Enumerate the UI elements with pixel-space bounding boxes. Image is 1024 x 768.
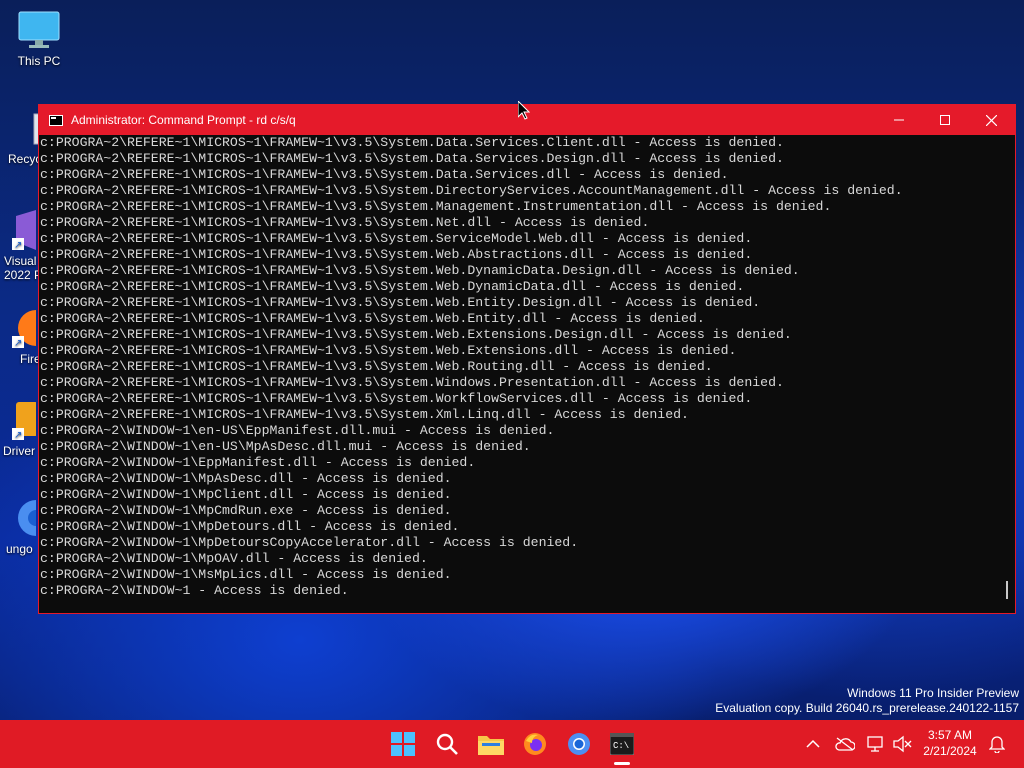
network-button[interactable]: [862, 730, 890, 758]
console-line: c:PROGRA~2\REFERE~1\MICROS~1\FRAMEW~1\v3…: [40, 391, 753, 406]
console-line: c:PROGRA~2\WINDOW~1\MpCmdRun.exe - Acces…: [40, 503, 452, 518]
console-line: c:PROGRA~2\WINDOW~1\en-US\MpAsDesc.dll.m…: [40, 439, 531, 454]
console-line: c:PROGRA~2\REFERE~1\MICROS~1\FRAMEW~1\v3…: [40, 279, 745, 294]
onedrive-button[interactable]: [831, 730, 859, 758]
volume-muted-icon: [893, 735, 912, 753]
window-title: Administrator: Command Prompt - rd c/s/q: [71, 113, 296, 127]
svg-text:↗: ↗: [14, 338, 22, 348]
svg-text:C:\: C:\: [613, 741, 629, 751]
console-line: c:PROGRA~2\REFERE~1\MICROS~1\FRAMEW~1\v3…: [40, 263, 800, 278]
chrome-button[interactable]: [565, 730, 593, 758]
svg-text:↗: ↗: [14, 240, 22, 250]
scrollbar-thumb[interactable]: [1006, 581, 1008, 599]
svg-text:↗: ↗: [14, 430, 22, 440]
bell-icon: [989, 736, 1005, 753]
show-hidden-icons-button[interactable]: [799, 730, 827, 758]
console-line: c:PROGRA~2\REFERE~1\MICROS~1\FRAMEW~1\v3…: [40, 295, 761, 310]
cloud-offline-icon: [835, 737, 855, 751]
close-button[interactable]: [968, 105, 1014, 135]
taskbar: C:\ 3:57 AM 2/21/2024: [0, 720, 1024, 768]
console-line: c:PROGRA~2\REFERE~1\MICROS~1\FRAMEW~1\v3…: [40, 343, 737, 358]
console-line: c:PROGRA~2\REFERE~1\MICROS~1\FRAMEW~1\v3…: [40, 327, 792, 342]
desktop-icon-label: This PC: [17, 54, 61, 68]
console-line: c:PROGRA~2\WINDOW~1\MpAsDesc.dll - Acces…: [40, 471, 452, 486]
console-line: c:PROGRA~2\REFERE~1\MICROS~1\FRAMEW~1\v3…: [40, 311, 705, 326]
start-icon: [391, 732, 415, 756]
console-line: c:PROGRA~2\REFERE~1\MICROS~1\FRAMEW~1\v3…: [40, 375, 784, 390]
clock-time: 3:57 AM: [927, 728, 973, 742]
network-icon: [867, 736, 883, 752]
chevron-up-icon: [806, 739, 820, 748]
minimize-button[interactable]: [876, 105, 922, 135]
evaluation-watermark: Windows 11 Pro Insider Preview Evaluatio…: [715, 686, 1019, 716]
console-line: c:PROGRA~2\WINDOW~1\MsMpLics.dll - Acces…: [40, 567, 452, 582]
watermark-line-2: Evaluation copy. Build 26040.rs_prerelea…: [715, 701, 1019, 715]
mouse-cursor-icon: [518, 101, 530, 120]
console-line: c:PROGRA~2\REFERE~1\MICROS~1\FRAMEW~1\v3…: [40, 359, 713, 374]
console-line: c:PROGRA~2\WINDOW~1\MpOAV.dll - Access i…: [40, 551, 428, 566]
file-explorer-button[interactable]: [477, 730, 505, 758]
console-line: c:PROGRA~2\REFERE~1\MICROS~1\FRAMEW~1\v3…: [40, 199, 832, 214]
console-line: c:PROGRA~2\REFERE~1\MICROS~1\FRAMEW~1\v3…: [40, 215, 650, 230]
console-line: c:PROGRA~2\REFERE~1\MICROS~1\FRAMEW~1\v3…: [40, 247, 753, 262]
vertical-scrollbar[interactable]: [999, 135, 1015, 613]
close-icon: [985, 114, 997, 126]
search-icon: [436, 733, 458, 755]
cmd-icon: [49, 114, 63, 126]
watermark-line-1: Windows 11 Pro Insider Preview: [847, 686, 1019, 700]
monitor-icon: [17, 10, 61, 50]
maximize-icon: [940, 115, 950, 125]
desktop-icon-this-pc[interactable]: This PC: [1, 10, 77, 68]
terminal-icon: C:\: [610, 733, 634, 755]
console-line: c:PROGRA~2\REFERE~1\MICROS~1\FRAMEW~1\v3…: [40, 407, 689, 422]
console-line: c:PROGRA~2\REFERE~1\MICROS~1\FRAMEW~1\v3…: [40, 231, 753, 246]
file-explorer-icon: [478, 736, 504, 755]
console-line: c:PROGRA~2\WINDOW~1\MpClient.dll - Acces…: [40, 487, 452, 502]
clock[interactable]: 3:57 AM 2/21/2024: [918, 728, 982, 758]
maximize-button[interactable]: [922, 105, 968, 135]
volume-button[interactable]: [888, 730, 916, 758]
console-line: c:PROGRA~2\WINDOW~1\MpDetours.dll - Acce…: [40, 519, 460, 534]
console-line: c:PROGRA~2\WINDOW~1\en-US\EppManifest.dl…: [40, 423, 555, 438]
console-output[interactable]: c:PROGRA~2\REFERE~1\MICROS~1\FRAMEW~1\v3…: [39, 135, 999, 613]
minimize-icon: [894, 119, 904, 121]
clock-date: 2/21/2024: [923, 744, 977, 758]
console-line: c:PROGRA~2\REFERE~1\MICROS~1\FRAMEW~1\v3…: [40, 151, 784, 166]
console-line: c:PROGRA~2\WINDOW~1 - Access is denied.: [40, 583, 349, 598]
console-line: c:PROGRA~2\WINDOW~1\MpDetoursCopyAcceler…: [40, 535, 579, 550]
console-line: c:PROGRA~2\REFERE~1\MICROS~1\FRAMEW~1\v3…: [40, 183, 903, 198]
console-line: c:PROGRA~2\WINDOW~1\EppManifest.dll - Ac…: [40, 455, 476, 470]
firefox-button[interactable]: [521, 730, 549, 758]
terminal-button[interactable]: C:\: [608, 730, 636, 758]
console-line: c:PROGRA~2\REFERE~1\MICROS~1\FRAMEW~1\v3…: [40, 135, 784, 150]
command-prompt-window[interactable]: Administrator: Command Prompt - rd c/s/q…: [38, 104, 1016, 614]
search-button[interactable]: [433, 730, 461, 758]
active-app-indicator: [614, 762, 630, 765]
console-line: c:PROGRA~2\REFERE~1\MICROS~1\FRAMEW~1\v3…: [40, 167, 729, 182]
chrome-icon: [568, 733, 590, 755]
start-button[interactable]: [389, 730, 417, 758]
firefox-icon: [524, 733, 546, 755]
notifications-button[interactable]: [983, 730, 1011, 758]
